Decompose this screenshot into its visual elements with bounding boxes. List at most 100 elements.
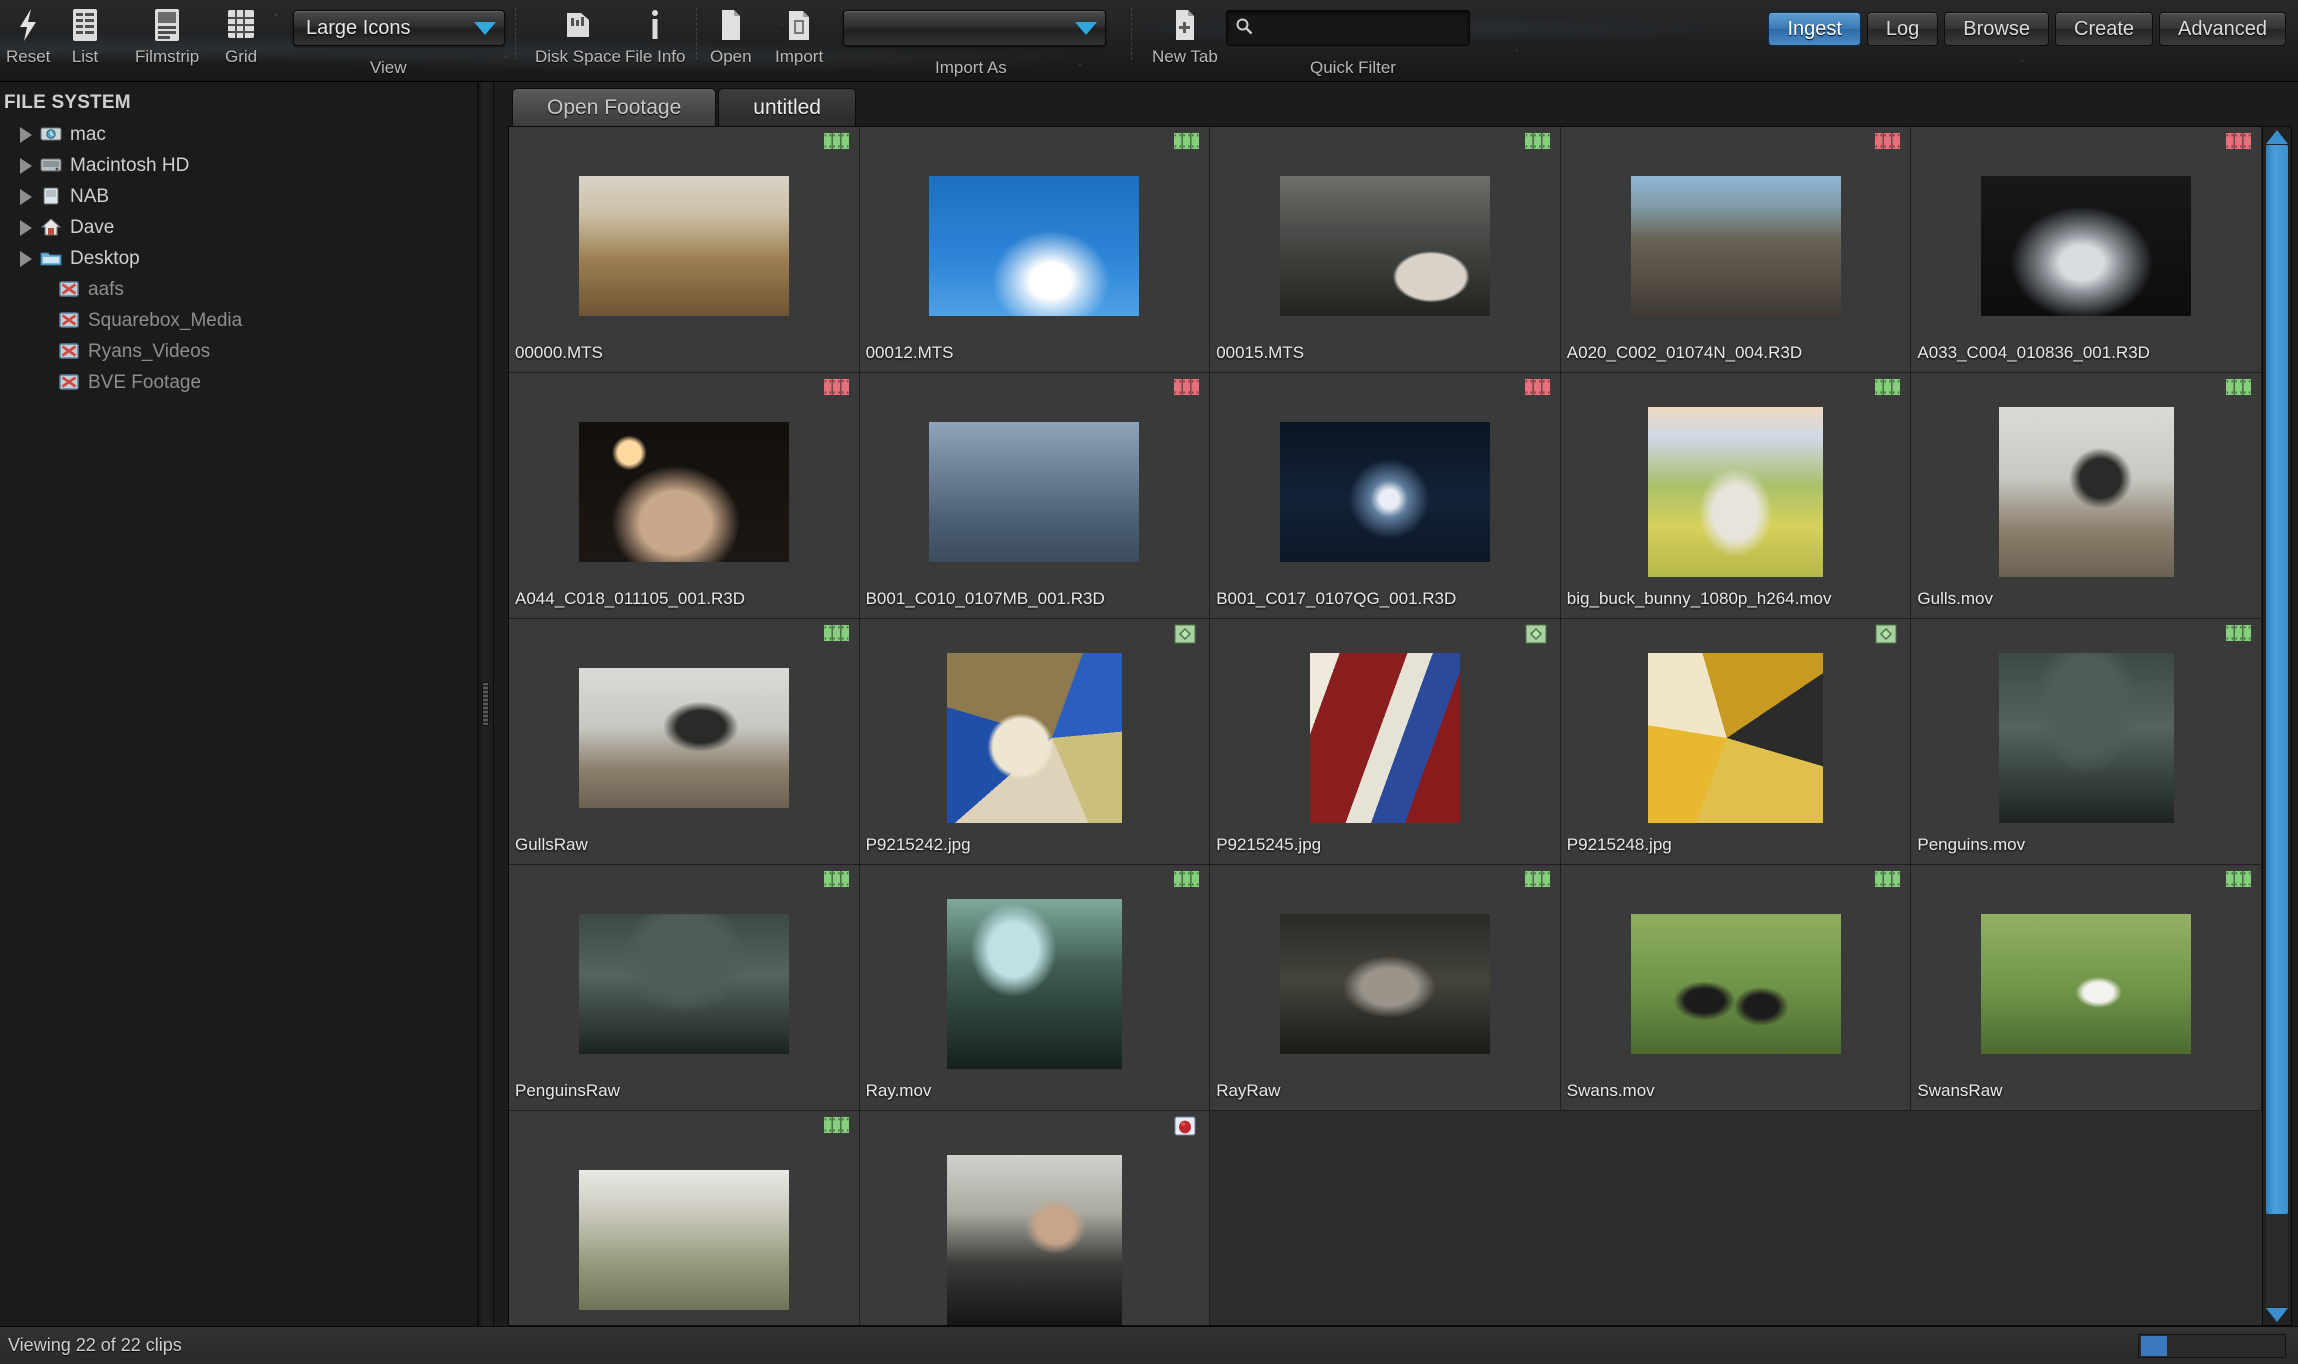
- clip-thumbnail[interactable]: [860, 1111, 1210, 1326]
- clip-cell[interactable]: big_buck_bunny_1080p_h264.mov: [1561, 373, 1912, 619]
- clip-thumbnail[interactable]: [509, 619, 859, 835]
- sidebar-item-aafs[interactable]: aafs: [0, 274, 477, 305]
- clip-thumbnail[interactable]: [1210, 865, 1560, 1081]
- status-text: Viewing 22 of 22 clips: [8, 1335, 182, 1356]
- clip-cell[interactable]: RayRaw: [1210, 865, 1561, 1111]
- document-icon: [718, 6, 744, 44]
- thumbnail-frame: [1999, 407, 2174, 577]
- clip-cell[interactable]: GullsRaw: [509, 619, 860, 865]
- mode-button-ingest[interactable]: Ingest: [1768, 12, 1860, 46]
- clip-label: P9215245.jpg: [1210, 835, 1560, 864]
- clip-cell[interactable]: B001_C017_0107QG_001.R3D: [1210, 373, 1561, 619]
- disclosure-triangle-icon[interactable]: [20, 251, 32, 267]
- mode-button-browse[interactable]: Browse: [1944, 12, 2049, 46]
- clip-cell[interactable]: Ray.mov: [860, 865, 1211, 1111]
- clip-thumbnail[interactable]: [1210, 619, 1560, 835]
- toolbar-button-filmstrip[interactable]: Filmstrip: [135, 6, 199, 67]
- toolbar-button-list[interactable]: List: [70, 6, 100, 67]
- sidebar-item-label: BVE Footage: [88, 372, 201, 394]
- clip-grid-scrollbar[interactable]: [2262, 126, 2292, 1326]
- clip-cell[interactable]: A020_C002_01074N_004.R3D: [1561, 127, 1912, 373]
- sidebar-item-nab[interactable]: NAB: [0, 181, 477, 212]
- toolbar-button-new-tab[interactable]: New Tab: [1152, 6, 1218, 67]
- disclosure-triangle-icon[interactable]: [20, 220, 32, 236]
- clip-cell[interactable]: P9215248.jpg: [1561, 619, 1912, 865]
- clip-cell[interactable]: B001_C010_0107MB_001.R3D: [860, 373, 1211, 619]
- clip-cell[interactable]: [860, 1111, 1211, 1326]
- thumbnail-image: [1981, 176, 2191, 316]
- quick-filter-field[interactable]: [1226, 10, 1470, 46]
- clip-thumbnail[interactable]: [509, 373, 859, 589]
- clip-thumbnail[interactable]: [1561, 373, 1911, 589]
- quick-filter-input[interactable]: [1259, 18, 1491, 39]
- sidebar-item-ryans-videos[interactable]: Ryans_Videos: [0, 336, 477, 367]
- sidebar-item-mac[interactable]: mac: [0, 119, 477, 150]
- status-bar: Viewing 22 of 22 clips: [0, 1326, 2298, 1364]
- toolbar-button-disk-space[interactable]: Disk Space: [535, 6, 621, 67]
- clip-thumbnail[interactable]: [1210, 373, 1560, 589]
- clip-thumbnail[interactable]: [1911, 619, 2261, 835]
- sidebar-item-desktop[interactable]: Desktop: [0, 243, 477, 274]
- horizontal-scrollbar[interactable]: [2138, 1334, 2286, 1358]
- clip-thumbnail[interactable]: [860, 619, 1210, 835]
- disclosure-triangle-icon[interactable]: [20, 127, 32, 143]
- clip-label: P9215248.jpg: [1561, 835, 1911, 864]
- clip-cell[interactable]: SwansRaw: [1911, 865, 2262, 1111]
- clip-cell[interactable]: A044_C018_011105_001.R3D: [509, 373, 860, 619]
- sidebar-splitter[interactable]: [478, 82, 494, 1326]
- mode-button-create[interactable]: Create: [2055, 12, 2153, 46]
- clip-cell-empty: [1561, 1111, 1912, 1326]
- clip-cell[interactable]: A033_C004_010836_001.R3D: [1911, 127, 2262, 373]
- clip-thumbnail[interactable]: [1911, 373, 2261, 589]
- mode-button-log[interactable]: Log: [1867, 12, 1938, 46]
- tab-open-footage[interactable]: Open Footage: [512, 88, 716, 126]
- clip-thumbnail[interactable]: [1561, 619, 1911, 835]
- scrollbar-track[interactable]: [2266, 145, 2288, 1307]
- sidebar-item-dave[interactable]: Dave: [0, 212, 477, 243]
- triangle-down-icon[interactable]: [2266, 1308, 2288, 1322]
- scrollbar-thumb[interactable]: [2266, 145, 2288, 1214]
- splitter-grip-icon[interactable]: [482, 682, 489, 726]
- disclosure-triangle-icon[interactable]: [20, 158, 32, 174]
- mode-button-advanced[interactable]: Advanced: [2159, 12, 2286, 46]
- clip-thumbnail[interactable]: [1911, 127, 2261, 343]
- clip-thumbnail[interactable]: [860, 865, 1210, 1081]
- toolbar-button-reset[interactable]: Reset: [6, 6, 50, 67]
- clip-thumbnail[interactable]: [509, 1111, 859, 1326]
- horizontal-scrollbar-thumb[interactable]: [2141, 1336, 2167, 1356]
- clip-cell[interactable]: Gulls.mov: [1911, 373, 2262, 619]
- clip-cell[interactable]: [509, 1111, 860, 1326]
- photo-badge-green-icon: [1875, 624, 1901, 642]
- import-as-select[interactable]: [843, 10, 1106, 46]
- triangle-up-icon[interactable]: [2266, 130, 2288, 144]
- sidebar-item-squarebox-media[interactable]: Squarebox_Media: [0, 305, 477, 336]
- disclosure-triangle-icon[interactable]: [20, 189, 32, 205]
- clip-cell[interactable]: PenguinsRaw: [509, 865, 860, 1111]
- clip-thumbnail[interactable]: [509, 127, 859, 343]
- toolbar-button-grid[interactable]: Grid: [225, 6, 257, 67]
- clip-thumbnail[interactable]: [509, 865, 859, 1081]
- clip-thumbnail[interactable]: [860, 127, 1210, 343]
- toolbar-button-open[interactable]: Open: [710, 6, 752, 67]
- clip-cell[interactable]: P9215245.jpg: [1210, 619, 1561, 865]
- clip-cell[interactable]: 00000.MTS: [509, 127, 860, 373]
- toolbar-button-import[interactable]: Import: [775, 6, 823, 67]
- clip-cell[interactable]: Swans.mov: [1561, 865, 1912, 1111]
- toolbar-button-file-info[interactable]: File Info: [625, 6, 685, 67]
- clip-thumbnail[interactable]: [1561, 127, 1911, 343]
- clip-cell[interactable]: 00015.MTS: [1210, 127, 1561, 373]
- thumbnail-frame: [1280, 422, 1490, 562]
- sidebar-item-macintosh-hd[interactable]: Macintosh HD: [0, 150, 477, 181]
- tab-untitled[interactable]: untitled: [718, 88, 856, 126]
- clip-cell[interactable]: 00012.MTS: [860, 127, 1211, 373]
- view-mode-select[interactable]: Large Icons: [293, 10, 505, 46]
- mode-button-bar: Ingest Log Browse Create Advanced: [1768, 12, 2286, 46]
- clip-cell[interactable]: Penguins.mov: [1911, 619, 2262, 865]
- clip-thumbnail[interactable]: [1210, 127, 1560, 343]
- thumbnail-frame: [1631, 914, 1841, 1054]
- clip-cell[interactable]: P9215242.jpg: [860, 619, 1211, 865]
- clip-thumbnail[interactable]: [1561, 865, 1911, 1081]
- sidebar-item-bve-footage[interactable]: BVE Footage: [0, 367, 477, 398]
- clip-thumbnail[interactable]: [860, 373, 1210, 589]
- clip-thumbnail[interactable]: [1911, 865, 2261, 1081]
